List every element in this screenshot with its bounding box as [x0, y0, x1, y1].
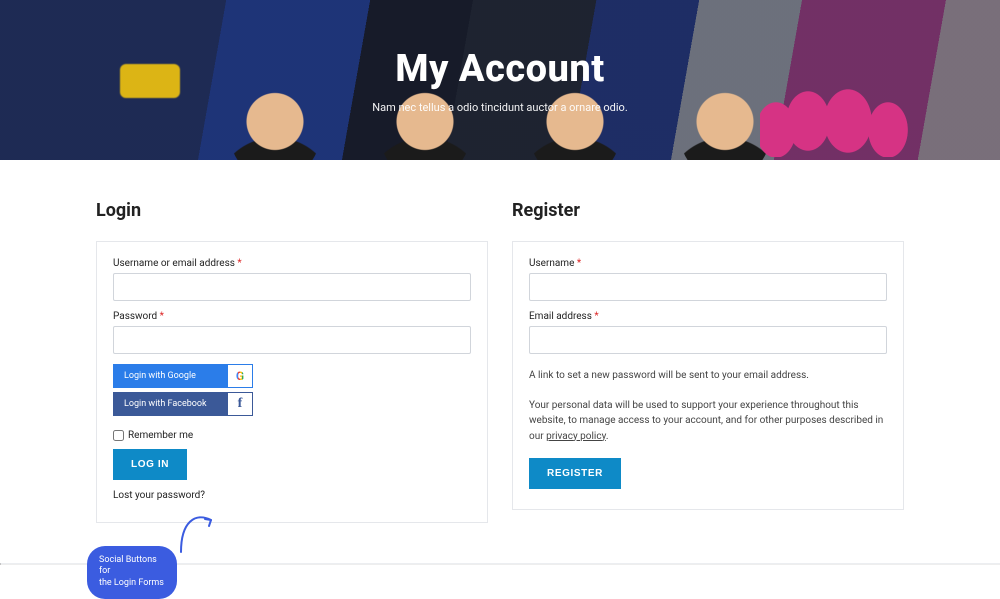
login-username-label: Username or email address * [113, 258, 471, 269]
login-card: Username or email address * Password * L… [96, 241, 488, 523]
page-title: My Account [395, 47, 605, 91]
register-username-input[interactable] [529, 273, 887, 301]
google-icon: G [228, 365, 252, 387]
register-note-link-sent: A link to set a new password will be sen… [529, 368, 887, 384]
login-column: Login Username or email address * Passwo… [96, 200, 488, 523]
register-privacy-note: Your personal data will be used to suppo… [529, 398, 887, 445]
login-with-google-button[interactable]: Login with Google G [113, 364, 253, 388]
facebook-button-label: Login with Facebook [114, 399, 228, 409]
footer-divider [0, 563, 1000, 565]
remember-me-row[interactable]: Remember me [113, 430, 471, 441]
register-submit-button[interactable]: REGISTER [529, 458, 621, 489]
google-button-label: Login with Google [114, 371, 228, 381]
privacy-policy-link[interactable]: privacy policy [546, 431, 606, 442]
login-with-facebook-button[interactable]: Login with Facebook f [113, 392, 253, 416]
lost-password-link[interactable]: Lost your password? [113, 490, 205, 501]
hero-banner: My Account Nam nec tellus a odio tincidu… [0, 0, 1000, 160]
register-card: Username * Email address * A link to set… [512, 241, 904, 510]
page-subtitle: Nam nec tellus a odio tincidunt auctor a… [372, 101, 627, 114]
login-username-input[interactable] [113, 273, 471, 301]
remember-me-label: Remember me [128, 430, 193, 441]
remember-me-checkbox[interactable] [113, 430, 124, 441]
register-column: Register Username * Email address * A li… [512, 200, 904, 523]
facebook-icon: f [228, 393, 252, 415]
login-password-label: Password * [113, 311, 471, 322]
register-email-label: Email address * [529, 311, 887, 322]
register-heading: Register [512, 200, 904, 221]
register-email-input[interactable] [529, 326, 887, 354]
login-heading: Login [96, 200, 488, 221]
register-username-label: Username * [529, 258, 887, 269]
login-submit-button[interactable]: LOG IN [113, 449, 187, 480]
login-password-input[interactable] [113, 326, 471, 354]
